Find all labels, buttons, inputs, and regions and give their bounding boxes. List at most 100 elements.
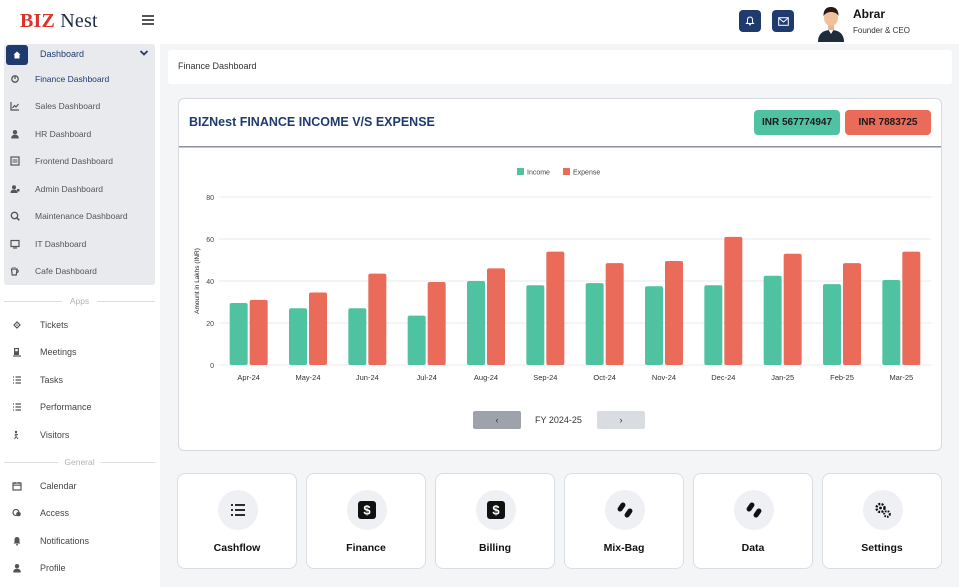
sidebar-item-label: Cafe Dashboard (35, 266, 97, 276)
bar-expense-feb-25 (843, 263, 861, 365)
bar-income-nov-24 (645, 286, 663, 365)
finance-chart-card: BIZNest FINANCE INCOME V/S EXPENSE INR 5… (178, 98, 942, 451)
svg-text:$: $ (363, 503, 371, 518)
x-tick-label: Oct-24 (593, 373, 616, 382)
tile-billing[interactable]: $ Billing (435, 473, 555, 569)
user-role: Founder & CEO (853, 26, 910, 35)
bar-expense-dec-24 (724, 236, 743, 365)
visitors-icon (14, 430, 19, 440)
sidebar-item-label: Frontend Dashboard (35, 156, 113, 166)
x-tick-label: Jul-24 (416, 373, 436, 382)
svg-text:$: $ (492, 503, 500, 518)
sidebar-item-tasks[interactable]: Tasks (4, 372, 155, 388)
sidebar-item-admin-dashboard[interactable]: Admin Dashboard (4, 181, 155, 197)
brand-part-2: Nest (60, 10, 98, 32)
sidebar-item-label: Profile (40, 563, 66, 573)
sidebar-item-visitors[interactable]: Visitors (4, 427, 155, 443)
bar-income-jun-24 (348, 308, 367, 365)
messages-button[interactable] (772, 10, 794, 32)
sidebar-item-cafe-dashboard[interactable]: Cafe Dashboard (4, 263, 155, 279)
top-bar: BIZ Nest Abrar Founder & CEO (0, 0, 959, 44)
user-name: Abrar (853, 7, 886, 21)
it-icon (10, 239, 20, 249)
chevron-down-icon[interactable] (138, 47, 150, 59)
maintenance-icon (10, 211, 20, 221)
legend-swatch-expense (563, 168, 570, 175)
tile-settings[interactable]: Settings (822, 473, 942, 569)
legend-label-income: Income (527, 170, 550, 177)
dashboard-menu-header[interactable]: Dashboard (4, 44, 155, 65)
sidebar-item-tickets[interactable]: Tickets (4, 317, 155, 333)
dollar-icon: $ (487, 501, 505, 519)
x-tick-label: Jun-24 (356, 373, 379, 382)
sidebar-item-label: Performance (40, 402, 92, 412)
bar-expense-jul-24 (427, 282, 446, 365)
sidebar-item-notifications[interactable]: Notifications (4, 533, 155, 549)
sidebar-item-label: Maintenance Dashboard (35, 211, 128, 221)
sidebar-item-label: HR Dashboard (35, 129, 92, 139)
menu-toggle-icon[interactable] (142, 15, 154, 25)
sidebar-item-meetings[interactable]: Meetings (4, 344, 155, 360)
notifications-button[interactable] (739, 10, 761, 32)
dashboard-menu-label: Dashboard (40, 49, 85, 59)
next-period-button[interactable]: › (597, 411, 645, 429)
sidebar: Dashboard Finance Dashboard Sales Dashbo… (0, 44, 160, 587)
sidebar-item-access[interactable]: Access (4, 505, 155, 521)
sidebar-item-performance[interactable]: Performance (4, 399, 155, 415)
sidebar-item-it-dashboard[interactable]: IT Dashboard (4, 236, 155, 252)
sidebar-item-label: Tickets (40, 320, 69, 330)
legend-swatch-income (517, 168, 524, 175)
sidebar-item-label: Access (40, 508, 70, 518)
income-total-badge: INR 567774947 (754, 110, 840, 135)
sidebar-item-frontend-dashboard[interactable]: Frontend Dashboard (4, 153, 155, 169)
sidebar-item-label: Calendar (40, 481, 77, 491)
access-icon (12, 508, 21, 517)
tile-cashflow[interactable]: Cashflow (177, 473, 297, 569)
pills-icon (746, 502, 762, 518)
chevron-left-icon: ‹ (495, 415, 499, 425)
tile-mix-bag[interactable]: Mix-Bag (564, 473, 684, 569)
bar-income-jul-24 (407, 315, 426, 365)
sidebar-item-finance-dashboard[interactable]: Finance Dashboard (4, 71, 155, 87)
tile-label: Finance (346, 542, 386, 554)
avatar[interactable] (814, 4, 848, 42)
income-expense-bar-chart: 0 20 40 60 80 Amount in Lakhs (INR) Income Expe… (194, 168, 931, 382)
sidebar-item-label: Visitors (40, 430, 70, 440)
sidebar-item-maintenance-dashboard[interactable]: Maintenance Dashboard (4, 208, 155, 224)
sidebar-item-sales-dashboard[interactable]: Sales Dashboard (4, 98, 155, 114)
bar-income-feb-25 (823, 284, 841, 365)
bar-income-sep-24 (526, 285, 545, 365)
bell-icon (745, 16, 755, 26)
tile-finance[interactable]: $ Finance (306, 473, 426, 569)
sidebar-item-hr-dashboard[interactable]: HR Dashboard (4, 126, 155, 142)
bar-income-mar-25 (882, 279, 901, 365)
admin-icon (10, 185, 20, 193)
x-tick-label: Nov-24 (652, 373, 676, 382)
sidebar-item-label: Finance Dashboard (35, 74, 110, 84)
tile-label: Billing (478, 542, 512, 554)
home-icon-box (6, 45, 28, 65)
breadcrumb: Finance Dashboard (168, 50, 952, 84)
fiscal-year-label: FY 2024-25 (535, 415, 582, 425)
previous-period-button[interactable]: ‹ (473, 411, 521, 429)
dollar-icon: $ (358, 501, 376, 519)
sidebar-item-label: IT Dashboard (35, 239, 87, 249)
sidebar-item-label: Admin Dashboard (35, 184, 104, 194)
list-icon (231, 504, 245, 516)
bell-icon (13, 537, 21, 546)
y-tick-label: 0 (210, 363, 214, 370)
tile-label: Data (741, 542, 765, 554)
meeting-icon (13, 348, 21, 357)
x-tick-label: Feb-25 (830, 373, 854, 382)
brand-logo[interactable]: BIZ Nest (20, 10, 98, 33)
hr-icon (11, 130, 19, 139)
bar-expense-may-24 (309, 292, 327, 365)
sidebar-item-profile[interactable]: Profile (4, 560, 155, 576)
bar-expense-aug-24 (487, 268, 505, 365)
x-tick-label: Dec-24 (711, 373, 735, 382)
breadcrumb-current: Finance Dashboard (178, 61, 257, 71)
bar-income-aug-24 (467, 281, 485, 365)
tile-data[interactable]: Data (693, 473, 813, 569)
bar-income-dec-24 (704, 285, 723, 365)
sidebar-item-calendar[interactable]: Calendar (4, 478, 155, 494)
